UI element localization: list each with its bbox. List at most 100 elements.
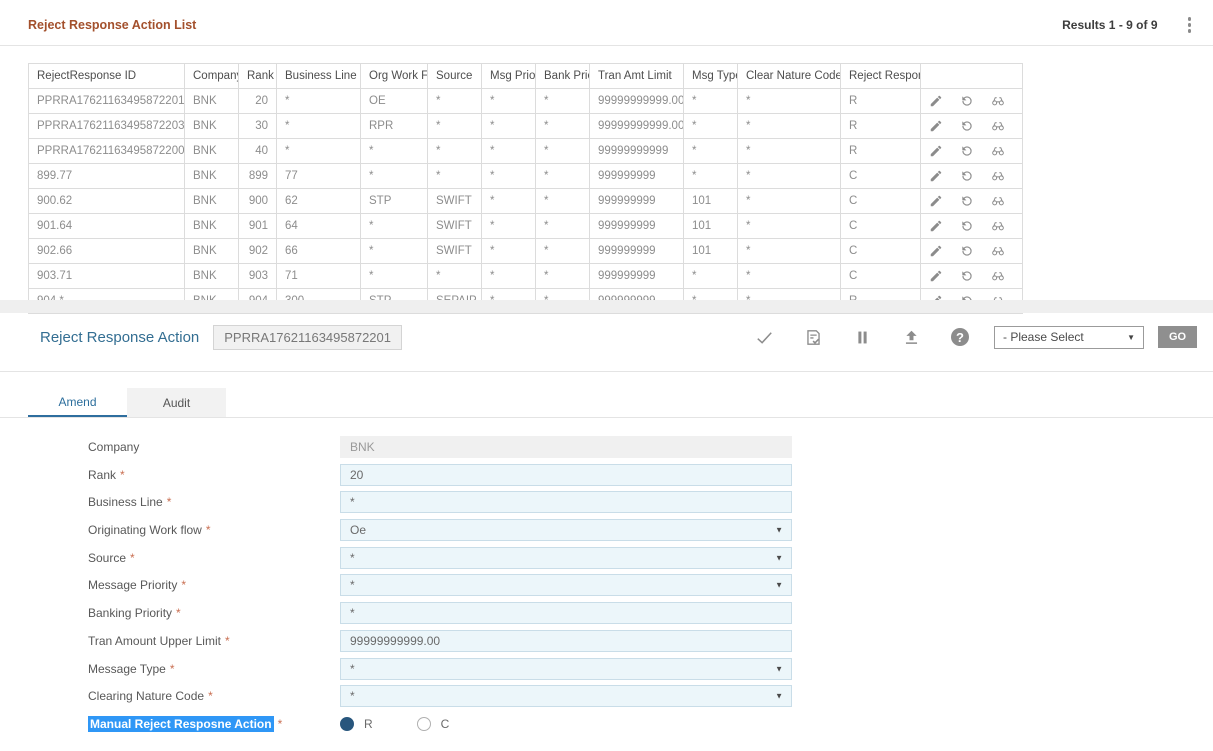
revert-icon[interactable]: [960, 194, 974, 208]
table-row: PPRRA17621163495872201BNK20*OE***9999999…: [29, 89, 1023, 114]
help-icon[interactable]: ?: [950, 327, 970, 347]
binoculars-icon[interactable]: [991, 169, 1005, 183]
results-area: Results 1 - 9 of 9: [1062, 15, 1197, 35]
table-cell: BNK: [185, 89, 239, 114]
binoculars-icon[interactable]: [991, 244, 1005, 258]
edit-pencil-icon[interactable]: [929, 219, 943, 233]
table-cell: BNK: [185, 189, 239, 214]
select-message-type[interactable]: *: [340, 658, 792, 680]
radio-circle[interactable]: [417, 717, 431, 731]
field-label-message-priority: Message Priority*: [88, 578, 340, 592]
table-cell: C: [841, 189, 921, 214]
form-row: Clearing Nature Code**: [88, 685, 792, 707]
table-cell: 30: [239, 114, 277, 139]
tab-audit[interactable]: Audit: [127, 388, 226, 418]
tab-amend[interactable]: Amend: [28, 388, 127, 418]
revert-icon[interactable]: [960, 94, 974, 108]
kebab-menu-icon[interactable]: [1182, 15, 1198, 35]
table-cell: 101: [684, 189, 738, 214]
revert-icon[interactable]: [960, 269, 974, 283]
form-row: Business Line**: [88, 491, 792, 513]
field-tran-amount-upper-limit[interactable]: 99999999999.00: [340, 630, 792, 652]
revert-icon[interactable]: [960, 119, 974, 133]
form-row: Banking Priority**: [88, 602, 792, 624]
table-cell: RPR: [361, 114, 428, 139]
field-rank[interactable]: 20: [340, 464, 792, 486]
radio-label: R: [364, 717, 373, 731]
table-cell: *: [738, 264, 841, 289]
required-marker: *: [120, 468, 125, 482]
edit-pencil-icon[interactable]: [929, 94, 943, 108]
table-cell: *: [428, 89, 482, 114]
table-row: 901.64BNK90164*SWIFT**999999999101*C: [29, 214, 1023, 239]
table-cell: 900.62: [29, 189, 185, 214]
action-select[interactable]: - Please Select ▼: [994, 326, 1144, 349]
field-label-manual-reject-resposne-action: Manual Reject Resposne Action*: [88, 717, 340, 731]
go-button[interactable]: GO: [1158, 326, 1197, 348]
binoculars-icon[interactable]: [991, 119, 1005, 133]
divider: [0, 371, 1213, 372]
field-label-message-type: Message Type*: [88, 662, 340, 676]
radio-manual-reject-resposne-action-r[interactable]: R: [340, 717, 373, 731]
hold-pause-icon[interactable]: [852, 327, 872, 347]
revert-icon[interactable]: [960, 169, 974, 183]
table-cell: *: [536, 214, 590, 239]
table-row: 900.62BNK90062STPSWIFT**999999999101*C: [29, 189, 1023, 214]
form-row: Source**: [88, 547, 792, 569]
detail-left: Reject Response Action PPRRA176211634958…: [40, 325, 402, 350]
binoculars-icon[interactable]: [991, 194, 1005, 208]
detail-toolbar: ? - Please Select ▼ GO: [725, 326, 1197, 349]
table-cell: SWIFT: [428, 239, 482, 264]
table-cell: *: [536, 89, 590, 114]
table-cell: *: [482, 239, 536, 264]
column-header: Tran Amt Limit: [590, 64, 684, 89]
edit-pencil-icon[interactable]: [929, 119, 943, 133]
radio-circle[interactable]: [340, 717, 354, 731]
binoculars-icon[interactable]: [991, 144, 1005, 158]
required-marker: *: [208, 689, 213, 703]
binoculars-icon[interactable]: [991, 269, 1005, 283]
table-cell: SWIFT: [428, 214, 482, 239]
table-cell: *: [428, 114, 482, 139]
field-banking-priority[interactable]: *: [340, 602, 792, 624]
select-message-priority[interactable]: *: [340, 574, 792, 596]
table-cell: 999999999: [590, 264, 684, 289]
table-row: 903.71BNK90371****999999999**C: [29, 264, 1023, 289]
field-company: BNK: [340, 436, 792, 458]
table-cell: *: [738, 214, 841, 239]
upload-icon[interactable]: [901, 327, 921, 347]
radio-manual-reject-resposne-action-c[interactable]: C: [417, 717, 450, 731]
column-header: Reject Response: [841, 64, 921, 89]
binoculars-icon[interactable]: [991, 219, 1005, 233]
edit-pencil-icon[interactable]: [929, 194, 943, 208]
select-clearing-nature-code[interactable]: *: [340, 685, 792, 707]
field-label-originating-work-flow: Originating Work flow*: [88, 523, 340, 537]
edit-pencil-icon[interactable]: [929, 169, 943, 183]
row-actions: [921, 239, 1023, 264]
verify-document-icon[interactable]: [803, 327, 823, 347]
edit-pencil-icon[interactable]: [929, 144, 943, 158]
table-cell: *: [482, 214, 536, 239]
table-cell: 900: [239, 189, 277, 214]
field-business-line[interactable]: *: [340, 491, 792, 513]
table-cell: *: [536, 189, 590, 214]
revert-icon[interactable]: [960, 244, 974, 258]
select-originating-work-flow[interactable]: Oe: [340, 519, 792, 541]
row-actions: [921, 264, 1023, 289]
table-cell: PPRRA17621163495872203: [29, 114, 185, 139]
table-cell: *: [428, 164, 482, 189]
table-cell: C: [841, 239, 921, 264]
approve-check-icon[interactable]: [754, 327, 774, 347]
table-cell: *: [428, 139, 482, 164]
edit-pencil-icon[interactable]: [929, 269, 943, 283]
action-select-value: - Please Select: [1003, 330, 1084, 344]
revert-icon[interactable]: [960, 219, 974, 233]
binoculars-icon[interactable]: [991, 94, 1005, 108]
table-cell: BNK: [185, 239, 239, 264]
table-cell: *: [361, 139, 428, 164]
detail-header: Reject Response Action PPRRA176211634958…: [40, 322, 1197, 352]
edit-pencil-icon[interactable]: [929, 244, 943, 258]
select-source[interactable]: *: [340, 547, 792, 569]
revert-icon[interactable]: [960, 144, 974, 158]
table-cell: *: [536, 139, 590, 164]
